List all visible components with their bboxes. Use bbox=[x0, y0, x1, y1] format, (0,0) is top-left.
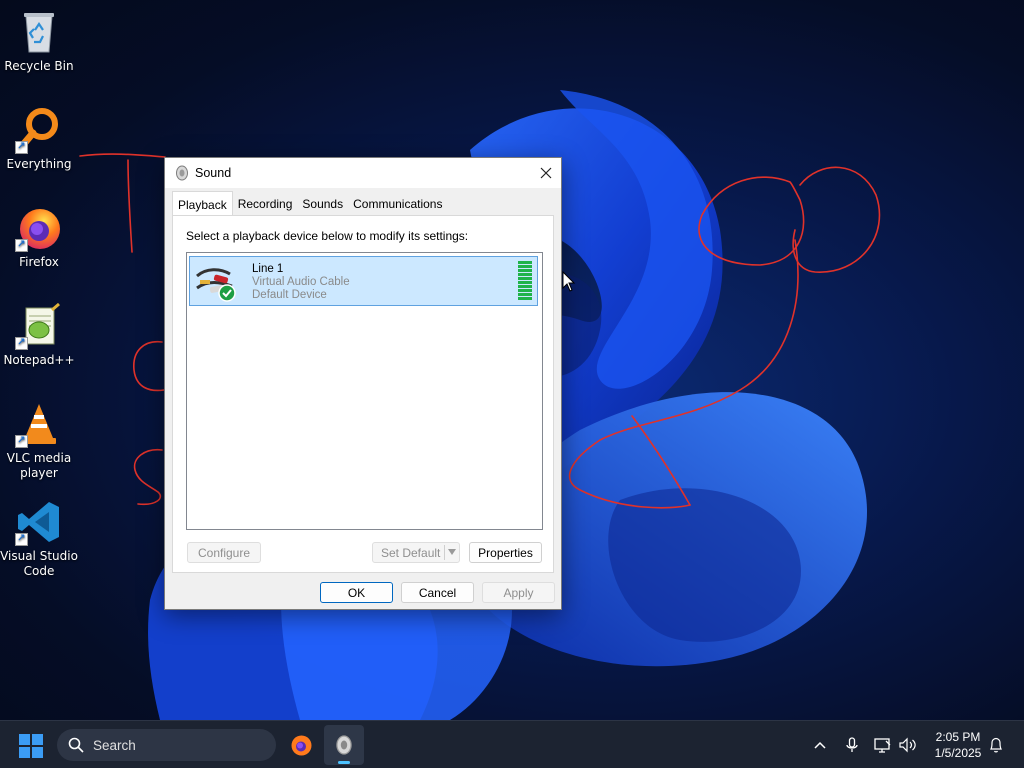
firefox-icon bbox=[291, 735, 312, 756]
tab-strip: Playback Recording Sounds Communications bbox=[172, 191, 447, 216]
desktop-icon-notepad-plus-plus[interactable]: ↗ Notepad++ bbox=[0, 302, 78, 368]
everything-search-icon: ↗ bbox=[15, 106, 63, 154]
shortcut-arrow-icon: ↗ bbox=[15, 435, 28, 448]
configure-button[interactable]: Configure bbox=[187, 542, 261, 563]
shortcut-arrow-icon: ↗ bbox=[15, 533, 28, 546]
split-separator bbox=[444, 545, 445, 560]
playback-panel: Select a playback device below to modify… bbox=[172, 215, 554, 573]
sound-settings-icon bbox=[336, 735, 352, 755]
vlc-icon: ↗ bbox=[15, 400, 63, 448]
show-hidden-icons-button[interactable] bbox=[808, 721, 832, 768]
network-button[interactable] bbox=[872, 721, 894, 768]
start-button[interactable] bbox=[19, 734, 43, 758]
device-text: Line 1 Virtual Audio Cable Default Devic… bbox=[252, 263, 350, 302]
mouse-cursor-icon bbox=[562, 271, 576, 292]
clock-date: 1/5/2025 bbox=[934, 746, 982, 760]
device-description: Virtual Audio Cable bbox=[252, 276, 350, 288]
audio-cable-icon bbox=[196, 268, 236, 302]
microphone-icon bbox=[846, 737, 858, 752]
tab-communications[interactable]: Communications bbox=[348, 193, 447, 215]
device-name: Line 1 bbox=[252, 263, 284, 275]
set-default-label: Set Default bbox=[381, 545, 441, 560]
shortcut-arrow-icon: ↗ bbox=[15, 239, 28, 252]
desktop-icon-label: Everything bbox=[6, 157, 72, 171]
bell-icon bbox=[990, 737, 1002, 753]
desktop-icon-label: Firefox bbox=[19, 255, 59, 269]
chevron-down-icon[interactable] bbox=[448, 549, 456, 555]
search-label: Search bbox=[93, 737, 136, 753]
apply-button[interactable]: Apply bbox=[482, 582, 555, 603]
dialog-title: Sound bbox=[195, 166, 232, 180]
shortcut-arrow-icon: ↗ bbox=[15, 141, 28, 154]
desktop-icon-label: Visual Studio Code bbox=[0, 549, 78, 578]
active-app-indicator bbox=[338, 761, 350, 764]
desktop-icon-recycle-bin[interactable]: Recycle Bin bbox=[0, 8, 78, 74]
firefox-icon: ↗ bbox=[15, 204, 63, 252]
network-icon bbox=[874, 738, 891, 753]
microphone-button[interactable] bbox=[840, 721, 864, 768]
desktop-icon-firefox[interactable]: ↗ Firefox bbox=[0, 204, 78, 270]
speaker-icon bbox=[176, 165, 188, 181]
desktop-icon-label: Recycle Bin bbox=[4, 59, 74, 73]
notifications-button[interactable] bbox=[985, 721, 1007, 768]
close-button[interactable] bbox=[531, 158, 561, 188]
volume-level-meter bbox=[518, 261, 532, 300]
device-item-line-1[interactable]: Line 1 Virtual Audio Cable Default Devic… bbox=[189, 256, 538, 306]
desktop-icon-label: Notepad++ bbox=[3, 353, 75, 367]
instruction-text: Select a playback device below to modify… bbox=[186, 229, 469, 243]
vscode-icon: ↗ bbox=[15, 498, 63, 546]
tab-sounds[interactable]: Sounds bbox=[297, 193, 348, 215]
search-icon bbox=[68, 737, 84, 753]
taskbar-clock[interactable]: 2:05 PM 1/5/2025 bbox=[926, 729, 990, 761]
taskbar: Search 2:05 PM 1/5/2025 bbox=[0, 720, 1024, 768]
taskbar-search[interactable]: Search bbox=[57, 729, 276, 761]
clock-time: 2:05 PM bbox=[935, 730, 981, 744]
dialog-titlebar[interactable]: Sound bbox=[165, 158, 561, 188]
desktop-icon-label: VLC media player bbox=[6, 451, 72, 480]
set-default-button[interactable]: Set Default bbox=[372, 542, 460, 563]
cancel-button[interactable]: Cancel bbox=[401, 582, 474, 603]
taskbar-app-firefox[interactable] bbox=[281, 725, 321, 765]
chevron-up-icon bbox=[814, 741, 826, 749]
shortcut-arrow-icon: ↗ bbox=[15, 337, 28, 350]
ok-button[interactable]: OK bbox=[320, 582, 393, 603]
volume-button[interactable] bbox=[897, 721, 919, 768]
close-icon bbox=[540, 167, 552, 179]
desktop-icon-everything[interactable]: ↗ Everything bbox=[0, 106, 78, 172]
taskbar-app-sound[interactable] bbox=[324, 725, 364, 765]
tab-recording[interactable]: Recording bbox=[233, 193, 298, 215]
device-status: Default Device bbox=[252, 289, 327, 301]
recycle-bin-icon bbox=[15, 8, 63, 56]
windows-logo-icon bbox=[19, 734, 30, 745]
volume-icon bbox=[899, 737, 916, 753]
sound-dialog: Sound Playback Recording Sounds Communic… bbox=[164, 157, 562, 610]
desktop-icon-vscode[interactable]: ↗ Visual Studio Code bbox=[0, 498, 78, 579]
device-list[interactable]: Line 1 Virtual Audio Cable Default Devic… bbox=[186, 252, 543, 530]
notepad-plus-plus-icon: ↗ bbox=[15, 302, 63, 350]
tab-playback[interactable]: Playback bbox=[172, 191, 233, 215]
properties-button[interactable]: Properties bbox=[469, 542, 542, 563]
desktop-icon-vlc[interactable]: ↗ VLC media player bbox=[0, 400, 78, 481]
